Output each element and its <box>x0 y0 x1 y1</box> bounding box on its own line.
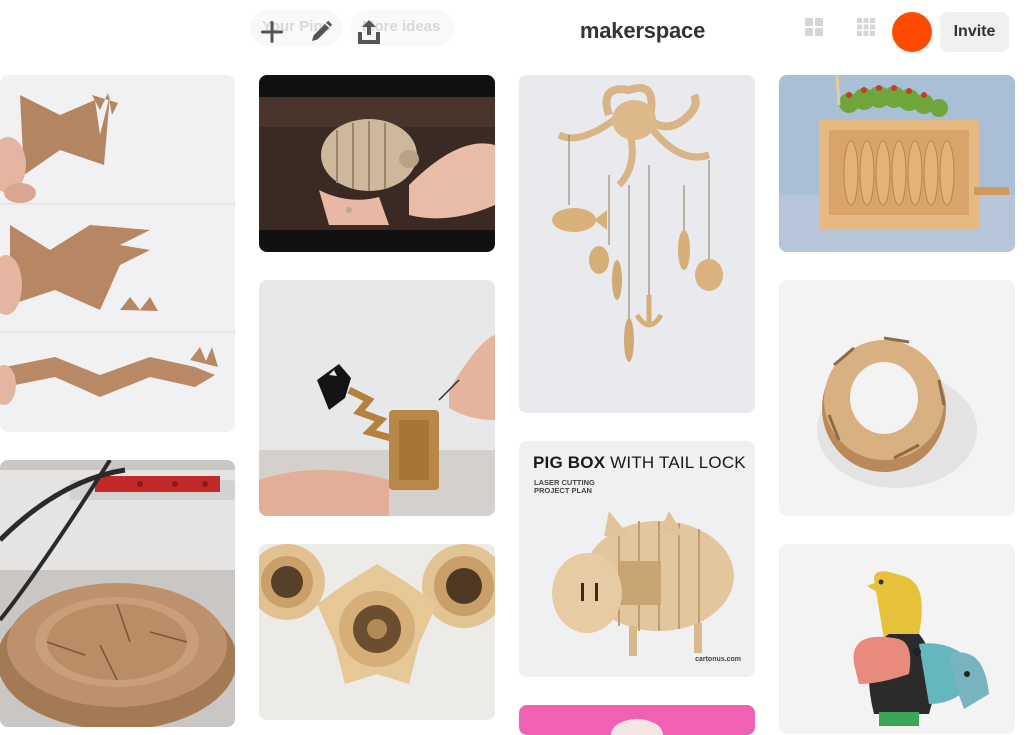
crocodile-jaw-image <box>0 75 235 432</box>
shark-scissor-image <box>259 280 495 516</box>
pin-pig-box-plan[interactable]: PIG BOX WITH TAIL LOCK LASER CUTTING PRO… <box>519 441 755 677</box>
invite-button[interactable]: Invite <box>940 12 1009 52</box>
add-button[interactable] <box>250 10 294 54</box>
pin-piggy-bank-in-hands[interactable] <box>259 75 495 252</box>
pin-layered-ring-mechanism[interactable] <box>779 280 1015 516</box>
pig-box-subtitle: LASER CUTTING PROJECT PLAN <box>534 478 595 495</box>
pin-octopus-mobile[interactable] <box>519 75 755 413</box>
caterpillar-automaton-image <box>779 75 1015 252</box>
pink-pin-image <box>519 705 755 735</box>
pin-caterpillar-automaton[interactable] <box>779 75 1015 252</box>
pin-bird-toy[interactable] <box>779 544 1015 734</box>
bird-toy-image <box>779 544 1015 734</box>
avatar[interactable] <box>892 12 932 52</box>
share-button[interactable] <box>347 10 391 54</box>
layered-ring-image <box>779 280 1015 516</box>
gear-iris-ornaments-image <box>259 544 495 720</box>
piggy-bank-hands-image <box>259 75 495 252</box>
pin-pink-pin[interactable] <box>519 705 755 735</box>
pig-box-image <box>519 441 755 677</box>
share-icon <box>358 20 380 44</box>
grid-icon[interactable] <box>805 18 823 36</box>
edit-button[interactable] <box>299 10 343 54</box>
pencil-icon <box>312 20 333 41</box>
board-title: makerspace <box>579 18 706 43</box>
pig-box-title: PIG BOX WITH TAIL LOCK <box>533 453 746 472</box>
octopus-mobile-image <box>519 75 755 413</box>
pin-gear-iris-ornaments[interactable] <box>259 544 495 720</box>
pin-iris-box[interactable] <box>0 460 235 727</box>
pig-box-credit: cartonus.com <box>695 656 741 663</box>
compact-grid-icon[interactable] <box>857 18 875 36</box>
plus-icon <box>261 21 283 43</box>
iris-box-image <box>0 460 235 727</box>
pin-crocodile-jaw-mechanism[interactable] <box>0 75 235 432</box>
pin-shark-scissor-toy[interactable] <box>259 280 495 516</box>
board-header: Your Pins More ideas makerspace Invite <box>0 0 1029 66</box>
